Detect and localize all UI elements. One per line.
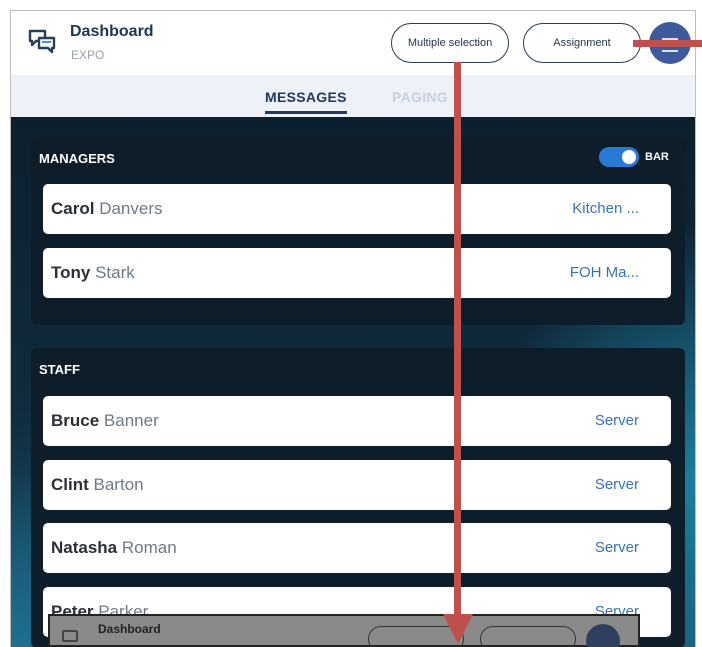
- preview-pill: [480, 626, 576, 647]
- list-item[interactable]: Carol Danvers Kitchen ...: [43, 184, 671, 234]
- list-item[interactable]: Natasha Roman Server: [43, 523, 671, 573]
- contact-name: Carol Danvers: [51, 199, 163, 219]
- first-name: Tony: [51, 263, 91, 282]
- chat-bubbles-icon: [28, 29, 56, 54]
- multiple-selection-button[interactable]: Multiple selection: [391, 23, 509, 63]
- first-name: Carol: [51, 199, 95, 218]
- staff-title: STAFF: [39, 362, 80, 377]
- annotation-arrow-vertical: [454, 62, 461, 618]
- assignment-button[interactable]: Assignment: [523, 23, 641, 63]
- tab-paging[interactable]: PAGING: [392, 89, 448, 105]
- contact-role: Server: [594, 412, 639, 429]
- contact-name: Tony Stark: [51, 263, 135, 283]
- app-subtitle: EXPO: [71, 48, 105, 62]
- last-name: Stark: [95, 263, 135, 282]
- chat-bubbles-icon: [62, 630, 78, 642]
- first-name: Bruce: [51, 411, 100, 430]
- contact-role: Kitchen ...: [572, 200, 639, 217]
- dashboard-preview: Dashboard: [48, 614, 640, 647]
- staff-section: STAFF Bruce Banner Server Clint Barton S…: [31, 348, 685, 647]
- tab-bar: MESSAGES PAGING: [11, 75, 695, 117]
- list-item[interactable]: Clint Barton Server: [43, 460, 671, 510]
- contact-role: Server: [594, 476, 639, 493]
- bar-toggle-label: BAR: [645, 151, 669, 163]
- managers-title: MANAGERS: [39, 151, 115, 166]
- app-window: Dashboard EXPO Multiple selection Assign…: [10, 10, 696, 647]
- annotation-arrow-horizontal: [633, 40, 702, 47]
- app-header: Dashboard EXPO Multiple selection Assign…: [11, 11, 695, 75]
- last-name: Roman: [121, 538, 177, 557]
- contact-name: Clint Barton: [51, 475, 144, 495]
- preview-title: Dashboard: [98, 622, 161, 636]
- tab-messages[interactable]: MESSAGES: [265, 89, 347, 114]
- list-item[interactable]: Bruce Banner Server: [43, 396, 671, 446]
- last-name: Banner: [103, 411, 159, 430]
- list-item[interactable]: Tony Stark FOH Ma...: [43, 248, 671, 298]
- first-name: Natasha: [51, 538, 118, 557]
- last-name: Barton: [93, 475, 144, 494]
- last-name: Danvers: [99, 199, 163, 218]
- preview-avatar: [586, 624, 620, 647]
- contact-role: Server: [594, 539, 639, 556]
- managers-section: MANAGERS BAR Carol Danvers Kitchen ... T…: [31, 137, 685, 325]
- contact-role: FOH Ma...: [569, 264, 639, 281]
- contact-name: Bruce Banner: [51, 411, 159, 431]
- bar-toggle[interactable]: [599, 147, 639, 167]
- contact-name: Natasha Roman: [51, 538, 177, 558]
- app-title: Dashboard: [70, 23, 154, 40]
- annotation-arrow-head: [443, 614, 473, 644]
- first-name: Clint: [51, 475, 89, 494]
